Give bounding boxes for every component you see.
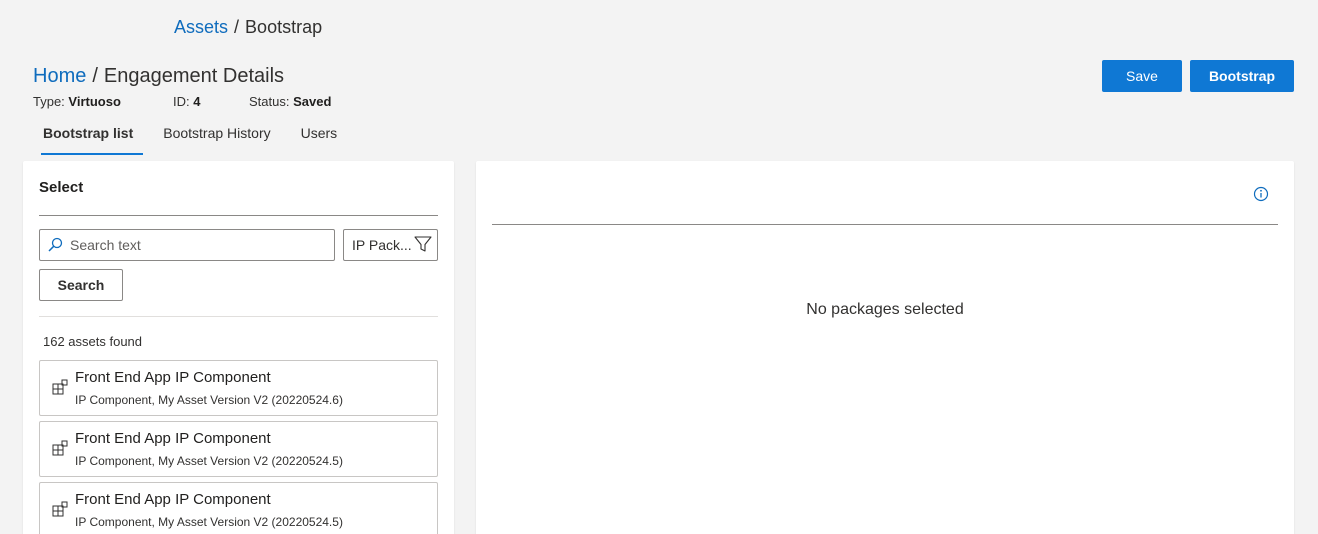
tab-bar: Bootstrap list Bootstrap History Users bbox=[33, 124, 357, 155]
component-icon bbox=[52, 440, 68, 461]
asset-description: IP Component, My Asset Version V2 (20220… bbox=[75, 454, 343, 468]
meta-id-value: 4 bbox=[193, 94, 201, 109]
asset-description: IP Component, My Asset Version V2 (20220… bbox=[75, 393, 343, 407]
selected-packages-panel: No packages selected bbox=[476, 161, 1294, 534]
info-icon[interactable] bbox=[1253, 186, 1269, 207]
asset-name: Front End App IP Component bbox=[75, 491, 271, 508]
meta-status: Status: Saved bbox=[249, 94, 331, 109]
component-icon bbox=[52, 379, 68, 400]
tab-bootstrap-history[interactable]: Bootstrap History bbox=[153, 124, 280, 155]
divider bbox=[39, 316, 438, 317]
divider bbox=[492, 224, 1278, 225]
search-icon bbox=[40, 237, 70, 253]
package-type-filter[interactable]: IP Pack... bbox=[343, 229, 438, 261]
meta-id-label: ID: bbox=[173, 94, 190, 109]
breadcrumb-assets-link[interactable]: Assets bbox=[174, 17, 228, 38]
breadcrumb-separator: / bbox=[234, 17, 240, 37]
select-title: Select bbox=[39, 179, 84, 196]
top-breadcrumb: Assets / Bootstrap bbox=[174, 17, 322, 38]
meta-status-label: Status: bbox=[249, 94, 290, 109]
empty-state-message: No packages selected bbox=[806, 301, 964, 318]
save-button[interactable]: Save bbox=[1102, 60, 1182, 92]
meta-type: Type: Virtuoso bbox=[33, 94, 173, 109]
page-breadcrumb: Home / Engagement Details bbox=[33, 65, 284, 88]
page-title: Engagement Details bbox=[103, 65, 285, 87]
bootstrap-button[interactable]: Bootstrap bbox=[1190, 60, 1294, 92]
search-button[interactable]: Search bbox=[39, 269, 123, 301]
component-icon bbox=[52, 501, 68, 522]
select-panel: Select IP Pack... Search 162 assets foun… bbox=[23, 161, 454, 534]
meta-type-label: Type: bbox=[33, 94, 65, 109]
asset-name: Front End App IP Component bbox=[75, 430, 271, 447]
search-box[interactable] bbox=[39, 229, 335, 261]
asset-list-item[interactable]: Front End App IP Component IP Component,… bbox=[39, 360, 438, 416]
tab-users[interactable]: Users bbox=[291, 124, 348, 155]
breadcrumb-current: Bootstrap bbox=[245, 17, 323, 37]
asset-name: Front End App IP Component bbox=[75, 369, 271, 386]
breadcrumb-home-link[interactable]: Home bbox=[33, 65, 86, 88]
divider bbox=[39, 215, 438, 216]
meta-id: ID: 4 bbox=[173, 94, 249, 109]
asset-description: IP Component, My Asset Version V2 (20220… bbox=[75, 515, 343, 529]
search-input[interactable] bbox=[70, 237, 320, 253]
results-count: 162 assets found bbox=[43, 334, 143, 349]
filter-icon bbox=[413, 234, 433, 257]
engagement-meta: Type: Virtuoso ID: 4 Status: Saved bbox=[33, 94, 331, 109]
asset-list-item[interactable]: Front End App IP Component IP Component,… bbox=[39, 482, 438, 534]
filter-value: IP Pack... bbox=[352, 237, 412, 253]
asset-list: Front End App IP Component IP Component,… bbox=[39, 360, 438, 534]
tab-bootstrap-list[interactable]: Bootstrap list bbox=[33, 124, 144, 155]
meta-type-value: Virtuoso bbox=[68, 94, 121, 109]
breadcrumb-separator: / bbox=[92, 65, 98, 87]
meta-status-value: Saved bbox=[293, 94, 332, 109]
asset-list-item[interactable]: Front End App IP Component IP Component,… bbox=[39, 421, 438, 477]
